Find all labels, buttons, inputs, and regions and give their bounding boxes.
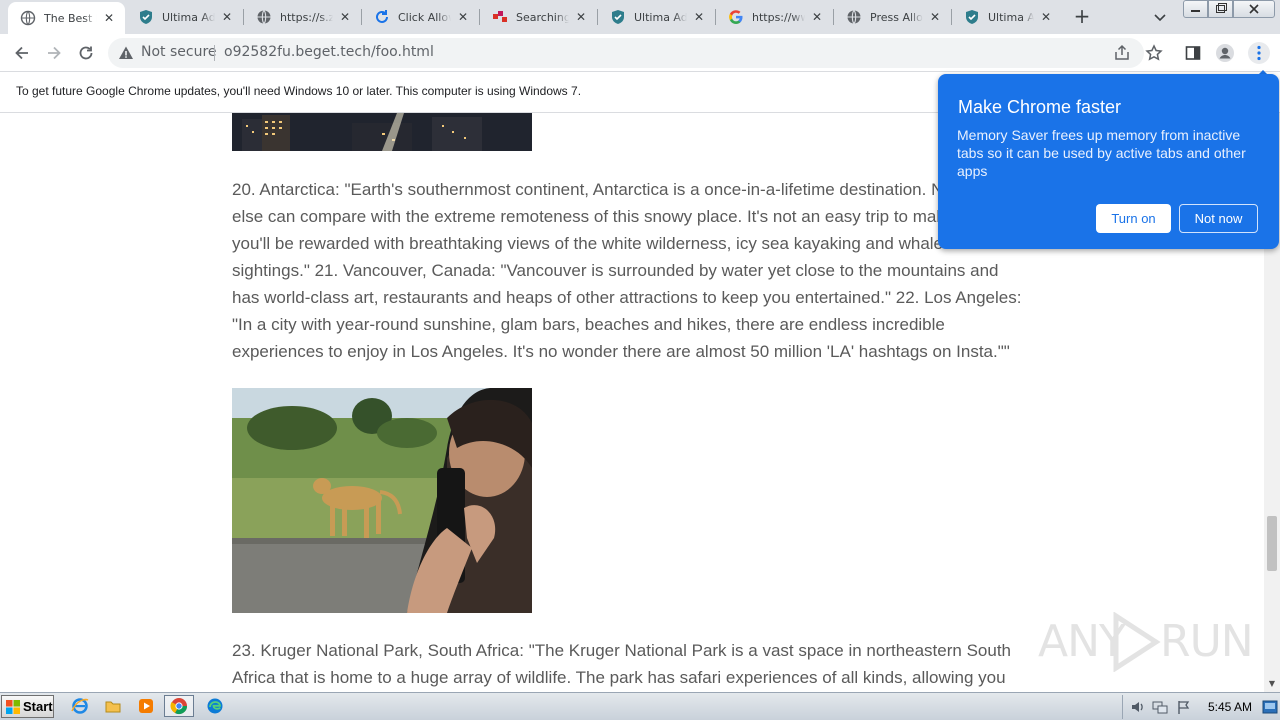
tab-title: Ultima AdBl [988, 10, 1034, 24]
promo-body: Memory Saver frees up memory from inacti… [957, 127, 1246, 179]
google-icon [728, 9, 744, 25]
network-icon[interactable] [1152, 699, 1168, 715]
tab-title: Ultima AdBl [634, 10, 687, 24]
not-now-button[interactable]: Not now [1179, 204, 1258, 233]
scrollbar-thumb[interactable] [1267, 516, 1277, 571]
new-tab-button[interactable]: + [1072, 6, 1092, 27]
share-icon[interactable] [1112, 43, 1132, 63]
media-player-icon[interactable] [134, 695, 158, 717]
tab[interactable]: Click Allow ✕ [362, 0, 479, 34]
taskbar-clock[interactable]: 5:45 AM [1208, 700, 1252, 714]
scroll-down-arrow-icon[interactable]: ▼ [1264, 677, 1280, 691]
refresh-icon [374, 9, 390, 25]
tab-title: Click Allow [398, 10, 451, 24]
shield-icon [138, 9, 154, 25]
reload-button[interactable] [75, 42, 97, 64]
close-icon[interactable]: ✕ [219, 9, 235, 25]
memory-saver-promo: Make Chrome faster Memory Saver frees up… [938, 74, 1279, 249]
maximize-button[interactable] [1208, 0, 1233, 18]
system-tray [1122, 695, 1280, 719]
close-icon[interactable]: ✕ [101, 10, 117, 26]
profile-avatar-icon[interactable] [1215, 43, 1235, 63]
chevron-down-icon[interactable] [1152, 9, 1168, 25]
tab[interactable]: Press Allow ✕ [834, 0, 951, 34]
show-desktop-icon[interactable] [1262, 699, 1278, 715]
turn-on-button[interactable]: Turn on [1096, 204, 1171, 233]
article-paragraph: 23. Kruger National Park, South Africa: … [232, 641, 1012, 687]
close-window-button[interactable] [1233, 0, 1275, 18]
anyrun-watermark: ANY RUN [1038, 610, 1254, 674]
url-text[interactable]: o92582fu.beget.tech/foo.html [224, 44, 434, 60]
globe-icon [846, 9, 862, 25]
side-panel-icon[interactable] [1183, 43, 1203, 63]
globe-icon [20, 10, 36, 26]
infobar-message: To get future Google Chrome updates, you… [16, 84, 582, 98]
globe-icon [256, 9, 272, 25]
close-icon[interactable]: ✕ [337, 9, 353, 25]
close-icon[interactable]: ✕ [927, 9, 943, 25]
city-night-photo [232, 113, 532, 151]
tab-active[interactable]: The Best Pl ✕ [8, 2, 125, 34]
close-icon[interactable]: ✕ [1038, 9, 1054, 25]
windows-logo-icon [6, 699, 20, 714]
play-logo-icon [1113, 612, 1161, 672]
cheetah-safari-photo [232, 388, 532, 613]
file-explorer-icon[interactable] [101, 695, 125, 717]
tab[interactable]: Ultima AdBl ✕ [126, 0, 243, 34]
watermark-text: RUN [1160, 616, 1254, 667]
tab[interactable]: https://ww ✕ [716, 0, 833, 34]
chrome-taskbar-icon[interactable] [164, 695, 194, 717]
tab-strip: The Best Pl ✕ Ultima AdBl ✕ https://s.zi… [0, 0, 1280, 34]
search-provider-icon [492, 9, 508, 25]
warning-icon[interactable] [118, 45, 134, 61]
tab-title: https://ww [752, 10, 805, 24]
edge-icon[interactable] [203, 695, 227, 717]
close-icon[interactable]: ✕ [691, 9, 707, 25]
tab[interactable]: Ultima AdBl ✕ [952, 0, 1062, 34]
shield-icon [610, 9, 626, 25]
tab[interactable]: Searching f ✕ [480, 0, 597, 34]
security-label[interactable]: Not secure [141, 44, 217, 60]
tab[interactable]: Ultima AdBl ✕ [598, 0, 715, 34]
close-icon[interactable]: ✕ [573, 9, 589, 25]
tab-title: The Best Pl [44, 11, 97, 25]
close-icon[interactable]: ✕ [809, 9, 825, 25]
tab-title: Ultima AdBl [162, 10, 215, 24]
minimize-button[interactable] [1183, 0, 1208, 18]
tab-title: Searching f [516, 10, 569, 24]
start-button[interactable]: Start [1, 695, 54, 718]
omnibox-divider [214, 45, 215, 61]
start-label: Start [23, 699, 53, 714]
article-paragraph: 20. Antarctica: "Earth's southernmost co… [232, 180, 1022, 361]
promo-title: Make Chrome faster [958, 97, 1122, 117]
tab[interactable]: https://s.zi ✕ [244, 0, 361, 34]
shield-icon [964, 9, 980, 25]
close-icon[interactable]: ✕ [455, 9, 471, 25]
bookmark-star-icon[interactable] [1144, 43, 1164, 63]
menu-kebab-icon[interactable] [1248, 42, 1270, 64]
forward-button[interactable] [43, 42, 65, 64]
tab-title: https://s.zi [280, 10, 333, 24]
tab-title: Press Allow [870, 10, 923, 24]
action-center-flag-icon[interactable] [1176, 699, 1192, 715]
volume-icon[interactable] [1130, 699, 1146, 715]
internet-explorer-icon[interactable] [68, 695, 92, 717]
back-button[interactable] [11, 42, 33, 64]
